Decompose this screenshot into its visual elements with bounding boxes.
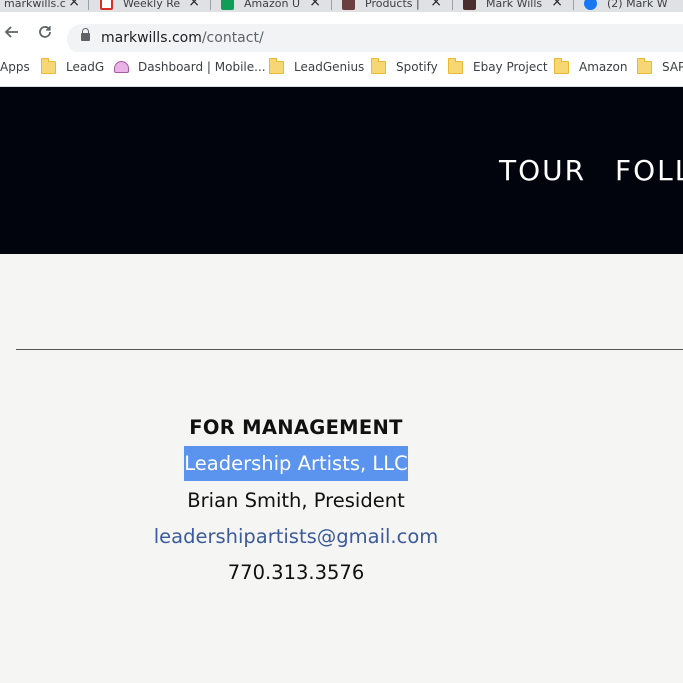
bookmark-label: LeadGenius [294,60,365,74]
helmet-icon [114,61,129,73]
back-arrow-icon[interactable] [1,21,23,43]
folder-icon [448,57,463,74]
nav-link-tour[interactable]: TOUR [499,154,586,187]
photo-icon [463,0,476,10]
tab-separator [331,0,332,10]
bookmark-amazon[interactable]: Amazon [554,57,628,74]
divider [16,349,683,350]
photo-icon [342,0,355,10]
folder-icon [269,57,284,74]
url-text: markwills.com/contact/ [101,30,264,46]
bookmark-ebay-project[interactable]: Ebay Project [448,57,548,74]
bookmarks-bar: Apps LeadG Dashboard | Mobile... LeadGen… [0,52,683,87]
tab-separator [88,0,89,10]
management-heading: FOR MANAGEMENT [189,416,403,439]
bookmark-dashboard[interactable]: Dashboard | Mobile... [114,60,266,74]
bookmark-label: LeadG [66,60,105,74]
folder-icon [637,57,652,74]
address-bar[interactable]: markwills.com/contact/ [67,24,683,54]
tab-title: Weekly Re [123,0,181,10]
site-header: TOUR FOLL [0,87,683,254]
tab-separator [452,0,453,10]
gmail-icon [100,0,113,10]
reload-icon[interactable] [34,21,56,43]
facebook-icon [584,0,597,10]
bookmark-spotify[interactable]: Spotify [371,57,438,74]
close-icon[interactable]: × [68,0,80,10]
folder-icon [41,57,56,74]
company-name: Leadership Artists, LLC [0,446,592,481]
bookmark-label: Apps [0,60,30,74]
bookmark-label: SAP [662,60,683,74]
tab-products[interactable]: Products | × [342,0,442,12]
bookmark-apps[interactable]: Apps [0,60,30,74]
tab-gmail[interactable]: Weekly Re × [100,0,200,12]
lock-icon [81,28,90,41]
tab-markwills-contact[interactable]: markwills.c × [4,0,80,12]
bookmark-label: Ebay Project [473,60,548,74]
close-icon[interactable]: × [430,0,442,10]
tab-title: Amazon U [244,0,301,10]
bookmark-leadg[interactable]: LeadG [41,57,105,74]
tab-facebook[interactable]: (2) Mark W [584,0,683,12]
close-icon[interactable]: × [551,0,563,10]
folder-icon [371,57,386,74]
bookmark-label: Spotify [396,60,438,74]
tab-strip: markwills.c × Weekly Re × Amazon U × Pro… [0,0,683,12]
tab-amazon-sheet[interactable]: Amazon U × [221,0,321,12]
tab-separator [210,0,211,10]
tab-title: (2) Mark W [607,0,668,10]
phone-number: 770.313.3576 [227,561,365,584]
sheets-icon [221,0,234,10]
bookmark-label: Dashboard | Mobile... [138,60,266,74]
tab-title: Products | [365,0,420,10]
tab-title: markwills.c [4,0,66,10]
nav-link-follow[interactable]: FOLL [615,154,683,187]
contact-person: Brian Smith, President [187,489,405,512]
email-link[interactable]: leadershipartists@gmail.com [0,525,592,548]
bookmark-sap[interactable]: SAP [637,57,683,74]
tab-separator [573,0,574,10]
selected-text: Leadership Artists, LLC [184,446,408,481]
folder-icon [554,57,569,74]
close-icon[interactable]: × [309,0,321,10]
bookmark-leadgenius[interactable]: LeadGenius [269,57,365,74]
tab-mark-wills[interactable]: Mark Wills × [463,0,563,12]
browser-toolbar: markwills.com/contact/ [0,12,683,54]
tab-title: Mark Wills [486,0,543,10]
close-icon[interactable]: × [188,0,200,10]
bookmark-label: Amazon [579,60,628,74]
